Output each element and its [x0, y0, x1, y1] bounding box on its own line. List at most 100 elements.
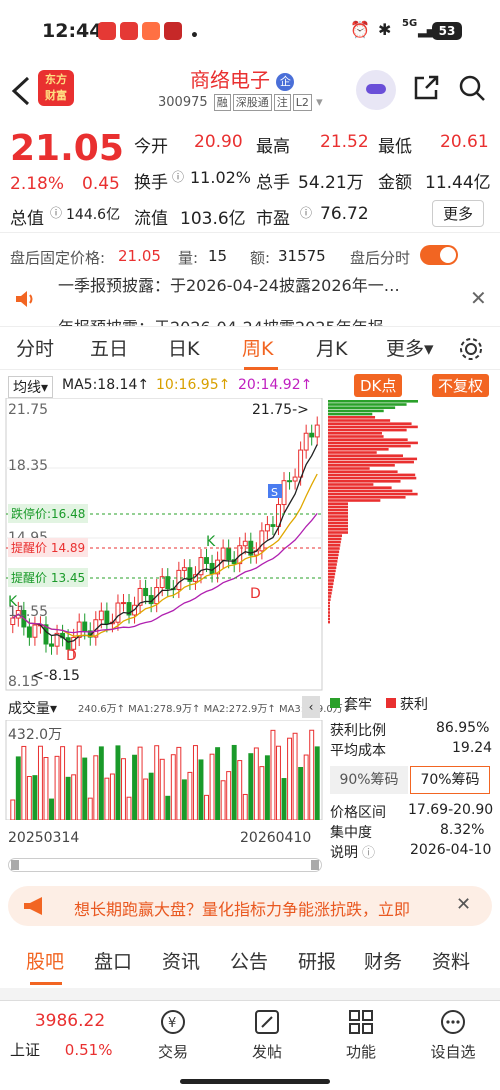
info-icon[interactable]: ⓘ [50, 204, 62, 221]
tab-news[interactable]: 资讯 [162, 940, 200, 984]
adjust-button[interactable]: 不复权 [432, 374, 490, 397]
index-change: 0.51% [64, 1041, 113, 1059]
chip-bar [328, 454, 403, 457]
stock-name-row[interactable]: 商络电子 企 [190, 64, 295, 93]
scroll-track[interactable] [8, 858, 322, 872]
bluetooth-icon: ✱ [378, 20, 392, 39]
chip-bar [328, 537, 342, 541]
volume-bar [21, 745, 27, 820]
note-label: 说明 [330, 845, 358, 861]
chip-bar [328, 457, 418, 461]
chip-bar [328, 483, 374, 486]
index-widget[interactable]: 3986.22 上证 0.51% [10, 1011, 130, 1060]
chip-bar [328, 540, 341, 544]
search-icon[interactable] [458, 74, 486, 102]
volume-bar [60, 746, 66, 820]
tab-weekly[interactable]: 周K [242, 327, 273, 371]
chip-bar [328, 428, 407, 432]
tab-monthly[interactable]: 月K [316, 327, 347, 371]
ah-qty: 15 [208, 247, 228, 265]
chip-bar [328, 460, 414, 464]
volume-bar [226, 771, 232, 820]
volume-bar [292, 732, 298, 820]
avg-cost: 19.24 [452, 740, 493, 756]
info-icon[interactable]: ⓘ [362, 842, 375, 861]
chip-bar [328, 569, 336, 573]
tab-more[interactable]: 更多▾ [386, 327, 434, 371]
tag-margin: 融 [213, 94, 231, 111]
chevron-down-icon[interactable]: ▾ [316, 95, 323, 110]
chip-bar [328, 521, 348, 525]
mcap-value: 144.6亿 [66, 207, 121, 223]
tab-forum[interactable]: 股吧 [26, 940, 64, 984]
chip-bar [328, 476, 417, 480]
volume-bar [187, 771, 193, 820]
volume-max: 432.0万 [8, 727, 63, 743]
candle-body [204, 557, 209, 564]
status-time: 12:44 [42, 20, 103, 42]
chip-bar [328, 412, 373, 416]
chip-bar [328, 582, 334, 585]
chip70-button[interactable]: 70%筹码 [410, 766, 490, 794]
nav-post[interactable]: 发帖 [232, 1009, 302, 1062]
volume-selector[interactable]: 成交量▾ [8, 698, 57, 718]
volume-bar [54, 755, 60, 820]
tab-intraday[interactable]: 分时 [16, 327, 54, 371]
promo-banner[interactable]: 想长期跑赢大盘？量化指标力争能涨抗跌，立即 ✕ [8, 886, 492, 926]
chip-bar [328, 422, 412, 425]
share-icon[interactable] [412, 74, 440, 102]
info-icon[interactable]: ⓘ [172, 168, 184, 185]
svg-text:D: D [66, 648, 77, 664]
date-end: 20260410 [240, 830, 312, 846]
tab-daily[interactable]: 日K [168, 327, 199, 371]
collapse-icon[interactable]: ‹ [302, 696, 320, 718]
dk-button[interactable]: DK点 [354, 374, 403, 397]
pe-value: 76.72 [320, 204, 369, 224]
info-icon[interactable]: ⓘ [300, 204, 312, 221]
chip-bar [328, 438, 408, 441]
settings-icon[interactable] [458, 336, 484, 362]
chip-bar [328, 416, 376, 419]
volume-bar [270, 729, 276, 820]
volume-bar [43, 756, 49, 820]
close-icon[interactable]: ✕ [456, 894, 471, 915]
chip-bar [328, 531, 348, 534]
volume-bar [87, 797, 93, 820]
volume-bar [148, 772, 154, 820]
tab-finance[interactable]: 财务 [364, 940, 402, 984]
candle-body [143, 587, 149, 597]
tab-profile[interactable]: 资料 [432, 940, 470, 984]
tab-announcements[interactable]: 公告 [230, 940, 268, 984]
chip-bar [328, 576, 335, 579]
mcap-label: 总值 [10, 209, 44, 229]
chip-bar [328, 464, 395, 467]
ah-price: 21.05 [118, 247, 161, 265]
tag-registered: 注 [273, 94, 291, 111]
edit-icon [255, 1010, 279, 1034]
candle-body [226, 547, 232, 561]
assistant-avatar[interactable] [356, 70, 396, 110]
close-icon[interactable]: ✕ [470, 286, 487, 310]
volume-bar [303, 754, 309, 820]
chip90-button[interactable]: 90%筹码 [330, 766, 408, 794]
ah-toggle[interactable] [420, 245, 458, 265]
volume-bar [93, 755, 99, 820]
more-button[interactable]: 更多 [432, 200, 485, 227]
tab-research[interactable]: 研报 [298, 940, 336, 984]
nav-watchlist[interactable]: 设自选 [418, 1009, 488, 1062]
chip-bar [328, 400, 418, 403]
candle-body [176, 569, 182, 590]
tab-orderbook[interactable]: 盘口 [94, 940, 132, 984]
back-arrow-icon[interactable] [10, 76, 32, 106]
news-ticker[interactable]: 一季报预披露：于2026-04-24披露2026年一… 年报预披露：于2026-… [0, 266, 500, 326]
volume-bar [198, 759, 204, 820]
volume-bar [259, 766, 265, 820]
grid-icon [349, 1010, 373, 1034]
nav-trade[interactable]: ¥ 交易 [138, 1009, 208, 1062]
volume-bar [192, 745, 198, 820]
chip-bar [328, 579, 334, 582]
nav-features[interactable]: 功能 [326, 1009, 396, 1062]
tab-5day[interactable]: 五日 [90, 327, 128, 371]
ma-selector[interactable]: 均线▾ [8, 376, 54, 398]
volume-value: 54.21万 [298, 173, 364, 193]
